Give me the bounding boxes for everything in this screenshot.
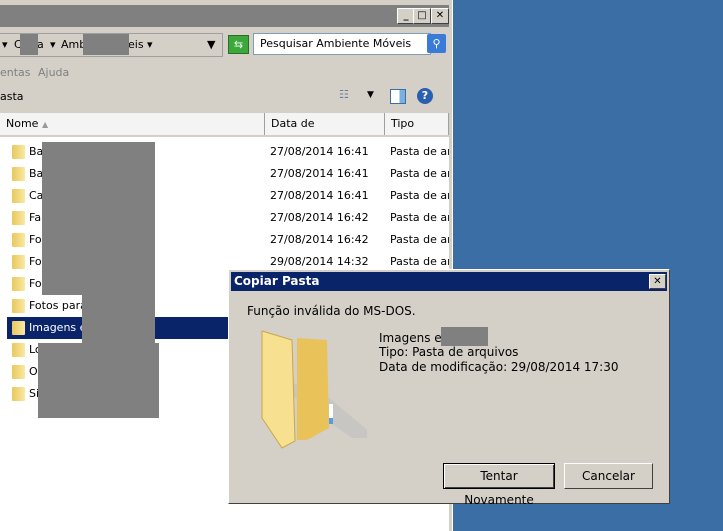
- close-button[interactable]: ✕: [431, 8, 449, 24]
- folder-icon: [12, 145, 25, 159]
- item-date: 27/08/2014 16:41: [270, 189, 369, 202]
- redaction: [38, 343, 159, 418]
- cancel-button[interactable]: Cancelar: [564, 463, 653, 489]
- folder-icon: [12, 189, 25, 203]
- dialog-close-button[interactable]: ✕: [649, 274, 666, 289]
- folder-icon: [12, 277, 25, 291]
- item-date: 27/08/2014 16:42: [270, 233, 369, 246]
- address-dropdown-icon[interactable]: ▼: [207, 38, 215, 51]
- item-type: Pasta de arc: [390, 233, 449, 246]
- menu-tools[interactable]: entas: [0, 66, 31, 79]
- address-bar[interactable]: ▾ C a ▾ Ambi eis ▾ ▼: [0, 33, 223, 57]
- item-type: Pasta de arc: [390, 167, 449, 180]
- item-date: 27/08/2014 16:41: [270, 145, 369, 158]
- item-type: Pasta de arc: [390, 189, 449, 202]
- retry-button[interactable]: Tentar Novamente: [443, 463, 555, 507]
- folder-icon: [261, 330, 367, 449]
- item-name: Imagens en: [379, 331, 450, 345]
- item-name: Fo: [29, 277, 42, 290]
- folder-icon: [12, 167, 25, 181]
- search-input[interactable]: Pesquisar Ambiente Móveis: [253, 33, 431, 55]
- redaction: [42, 142, 155, 295]
- folder-icon: [12, 321, 25, 335]
- menu-help[interactable]: Ajuda: [38, 66, 69, 79]
- preview-pane-icon[interactable]: [390, 89, 406, 104]
- item-name: Fo: [29, 255, 42, 268]
- folder-icon: [12, 299, 25, 313]
- folder-icon: [12, 343, 25, 357]
- item-type: Pasta de arc: [390, 145, 449, 158]
- redaction: [83, 34, 129, 55]
- error-message: Função inválida do MS-DOS.: [247, 304, 416, 318]
- item-type: Pasta de arc: [390, 211, 449, 224]
- column-date[interactable]: Data de modificação: [265, 113, 385, 152]
- folder-icon: [12, 233, 25, 247]
- item-name: Fotos para: [29, 299, 87, 312]
- item-date: Data de modificação: 29/08/2014 17:30: [379, 360, 619, 374]
- breadcrumb-part[interactable]: a: [37, 38, 44, 51]
- item-name: Fa: [29, 211, 42, 224]
- maximize-button[interactable]: □: [413, 8, 431, 24]
- redaction: [441, 327, 488, 346]
- item-type: Tipo: Pasta de arquivos: [379, 345, 519, 359]
- views-dropdown-icon[interactable]: ▼: [367, 90, 374, 100]
- search-icon[interactable]: ⚲: [427, 34, 446, 53]
- folder-icon: [12, 211, 25, 225]
- item-date: 27/08/2014 16:41: [270, 167, 369, 180]
- toolbar-new-folder[interactable]: asta: [0, 90, 24, 103]
- refresh-icon[interactable]: ⇆: [228, 35, 249, 54]
- column-type[interactable]: Tipo: [385, 113, 449, 135]
- column-name[interactable]: Nome ▲: [0, 113, 265, 135]
- redaction: [20, 34, 38, 55]
- folder-icon: [12, 365, 25, 379]
- item-date: 27/08/2014 16:42: [270, 211, 369, 224]
- dialog-title: Copiar Pasta: [231, 272, 667, 291]
- folder-icon: [12, 387, 25, 401]
- folder-icon: [12, 255, 25, 269]
- copy-folder-dialog: Copiar Pasta ✕ Função inválida do MS-DOS…: [228, 269, 670, 507]
- help-icon[interactable]: ?: [417, 88, 433, 104]
- title-bar: [0, 5, 449, 27]
- item-name: O: [29, 365, 38, 378]
- item-name: Fo: [29, 233, 42, 246]
- breadcrumb-part[interactable]: eis: [128, 38, 144, 51]
- views-icon[interactable]: ☷: [339, 88, 349, 101]
- redaction: [82, 295, 155, 343]
